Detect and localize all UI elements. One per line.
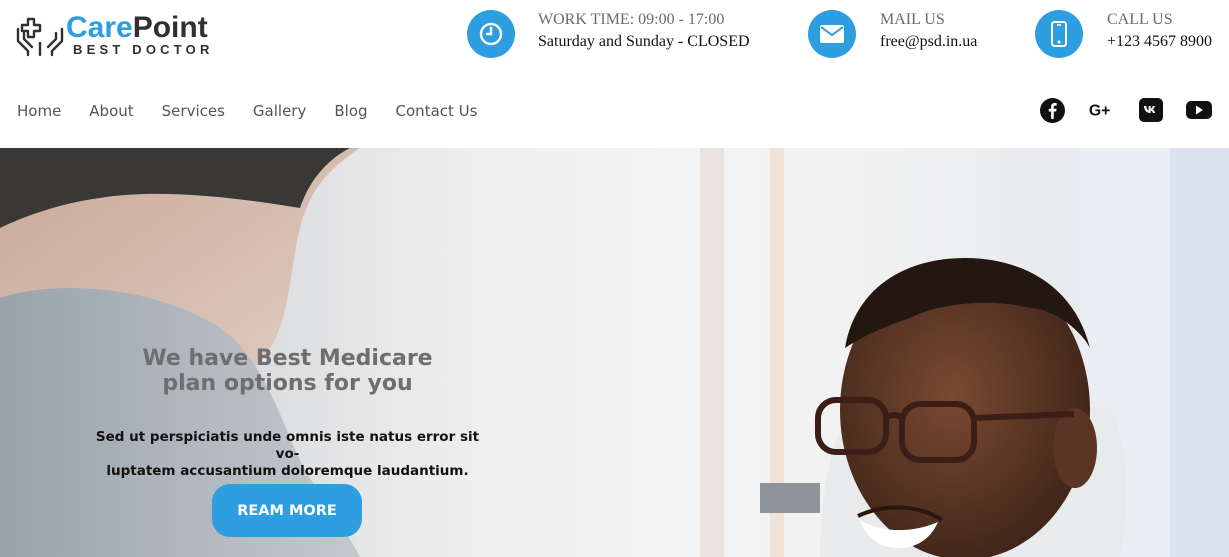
nav-item-services[interactable]: Services	[162, 102, 225, 120]
google-plus-icon-text: G+	[1089, 103, 1110, 120]
nav-item-home[interactable]: Home	[17, 102, 61, 120]
hero-description-line-2: luptatem accusantium doloremque laudanti…	[106, 463, 469, 479]
hero-description: Sed ut perspiciatis unde omnis iste natu…	[90, 429, 485, 480]
clock-icon	[467, 10, 515, 58]
brand-name: CarePoint	[66, 11, 208, 44]
logo[interactable]: CarePoint BEST DOCTOR	[16, 11, 246, 63]
facebook-icon[interactable]	[1039, 97, 1065, 123]
hero-banner: We have Best Medicare plan options for y…	[0, 148, 1229, 557]
brand-tagline: BEST DOCTOR	[73, 42, 214, 57]
work-time-value: Saturday and Sunday - CLOSED	[538, 33, 750, 50]
hero-description-line-1: Sed ut perspiciatis unde omnis iste natu…	[95, 429, 480, 462]
nav-item-gallery[interactable]: Gallery	[253, 102, 306, 120]
call-label: CALL US	[1107, 11, 1173, 28]
hands-cross-icon	[16, 17, 64, 57]
nav-item-about[interactable]: About	[89, 102, 133, 120]
youtube-icon[interactable]	[1186, 97, 1212, 123]
envelope-icon	[808, 10, 856, 58]
nav-item-blog[interactable]: Blog	[334, 102, 367, 120]
work-time-label: WORK TIME: 09:00 - 17:00	[538, 11, 725, 28]
google-plus-icon[interactable]: G+	[1088, 97, 1114, 123]
mail-value[interactable]: free@psd.in.ua	[880, 33, 977, 51]
vk-icon[interactable]	[1138, 97, 1164, 123]
phone-icon	[1035, 10, 1083, 58]
call-value[interactable]: +123 4567 8900	[1107, 33, 1212, 51]
nav-item-contact-us[interactable]: Contact Us	[396, 102, 478, 120]
hero-title-line-2: plan options for you	[162, 371, 413, 396]
mail-label: MAIL US	[880, 11, 945, 28]
hero-title-line-1: We have Best Medicare	[142, 346, 433, 371]
main-nav: Home About Services Gallery Blog Contact…	[17, 102, 505, 120]
hero-title: We have Best Medicare plan options for y…	[120, 346, 455, 396]
read-more-button[interactable]: REAM MORE	[212, 484, 362, 537]
